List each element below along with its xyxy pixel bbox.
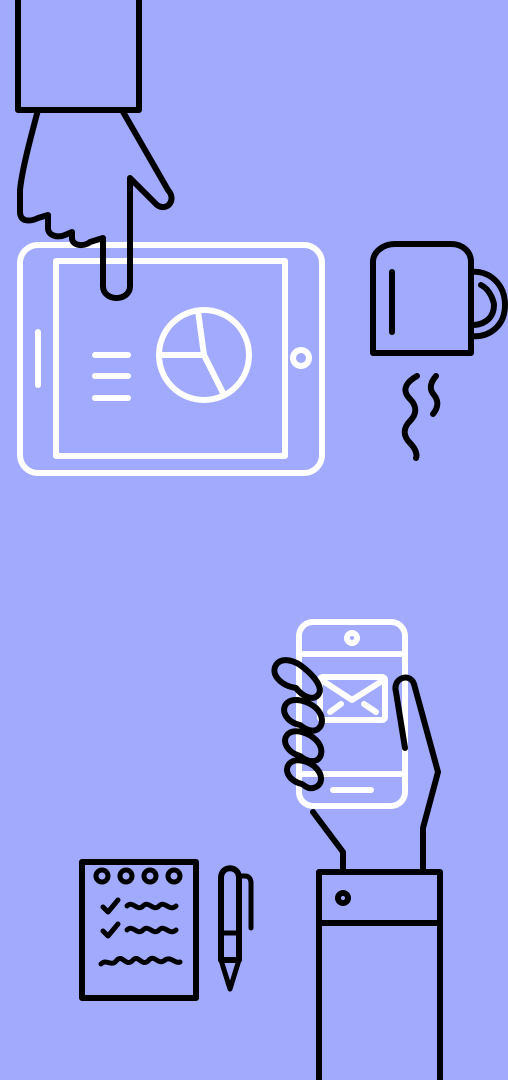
illustration-canvas	[0, 0, 508, 1080]
illustration-scene	[0, 0, 508, 1080]
background	[0, 0, 508, 1080]
